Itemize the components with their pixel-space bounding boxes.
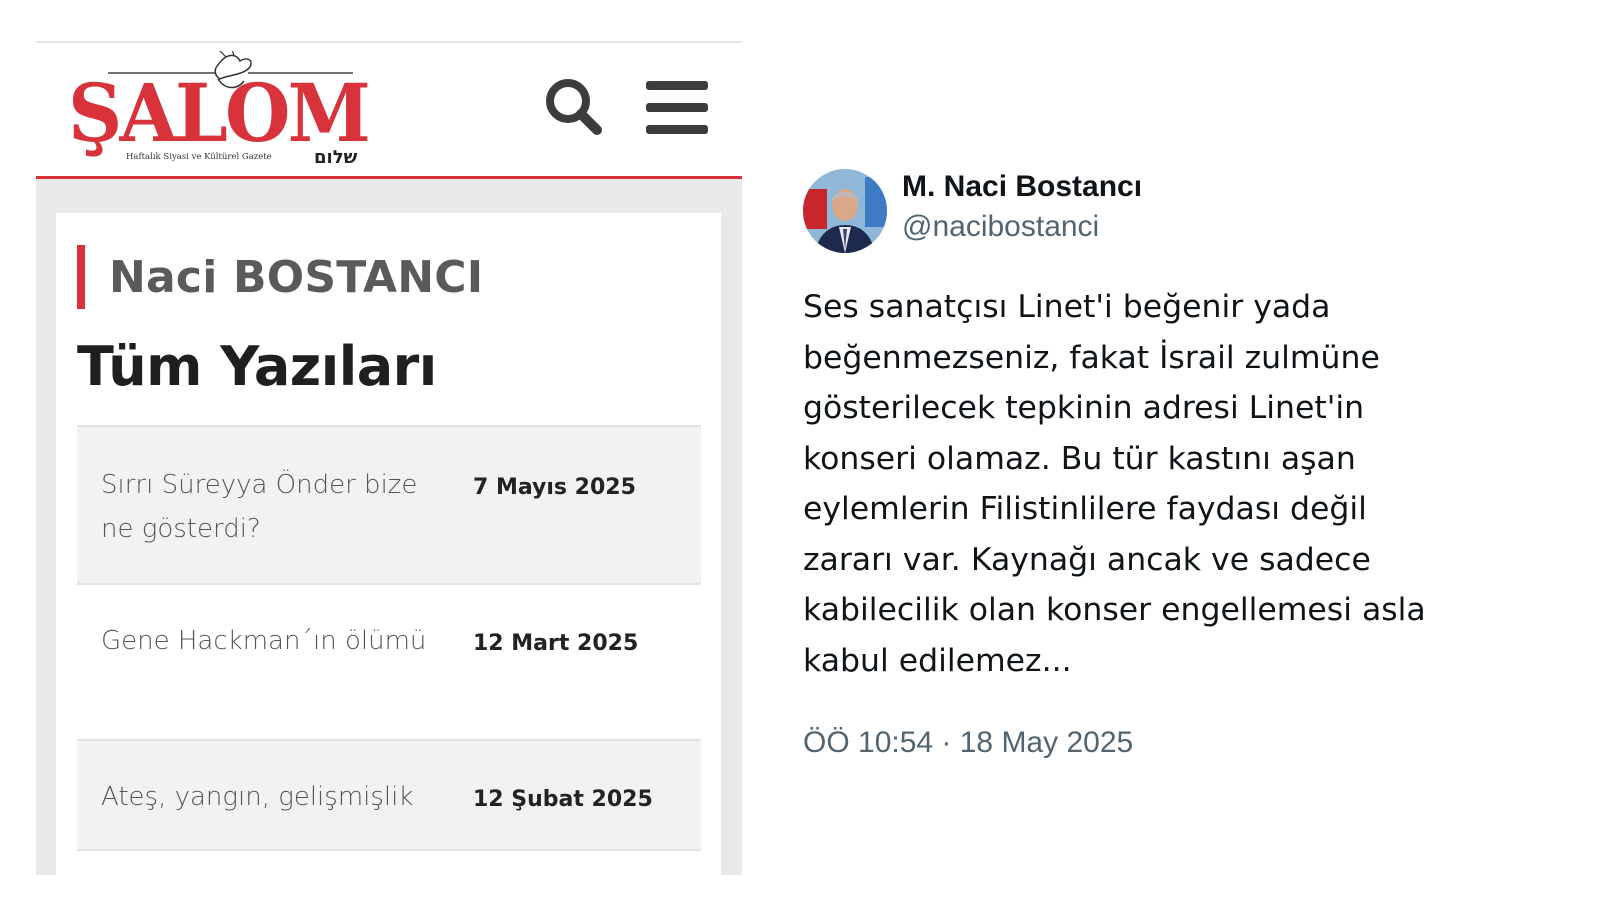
logo-tagline: Haftalık Siyasi ve Kültürel Gazete [126, 152, 272, 162]
search-button[interactable] [542, 75, 608, 141]
accent-bar [77, 245, 85, 309]
article-date: 7 Mayıs 2025 [473, 475, 636, 500]
author-heading: Naci BOSTANCI [77, 245, 483, 309]
display-name[interactable]: M. Naci Bostancı [902, 170, 1142, 204]
tweet-timestamp[interactable]: ÖÖ 10:54 · 18 May 2025 [803, 726, 1133, 760]
user-handle[interactable]: @nacibostanci [902, 210, 1099, 244]
article-title[interactable]: Ateş, yangın, gelişmişlik [101, 775, 461, 819]
article-item[interactable]: Ateş, yangın, gelişmişlik 12 Şubat 2025 [77, 739, 701, 851]
search-icon [546, 79, 602, 135]
profile-photo [803, 169, 887, 253]
article-item[interactable]: Gene Hackman´ın ölümü 12 Mart 2025 [77, 583, 701, 739]
article-title[interactable]: Gene Hackman´ın ölümü [101, 619, 431, 663]
section-title: Tüm Yazıları [77, 335, 437, 398]
salom-logo[interactable]: ŞALOM Haftalık Siyasi ve Kültürel Gazete… [68, 51, 388, 169]
logo-hebrew: שלום [314, 147, 358, 168]
site-header: ŞALOM Haftalık Siyasi ve Kültürel Gazete… [36, 41, 742, 179]
salom-page: ŞALOM Haftalık Siyasi ve Kültürel Gazete… [36, 41, 742, 875]
article-list: Sırrı Süreyya Önder bize ne gösterdi? 7 … [77, 425, 701, 851]
author-articles-card: Naci BOSTANCI Tüm Yazıları Sırrı Süreyya… [56, 213, 721, 875]
avatar[interactable] [803, 169, 887, 253]
article-date: 12 Şubat 2025 [473, 787, 653, 812]
author-name: Naci BOSTANCI [109, 251, 484, 303]
article-title[interactable]: Sırrı Süreyya Önder bize ne gösterdi? [101, 463, 431, 551]
article-item[interactable]: Sırrı Süreyya Önder bize ne gösterdi? 7 … [77, 425, 701, 583]
article-date: 12 Mart 2025 [473, 631, 639, 656]
menu-button[interactable] [644, 75, 710, 141]
logo-wordmark: ŞALOM [68, 66, 368, 160]
tweet-text: Ses sanatçısı Linet'i beğenir yada beğen… [803, 289, 1426, 679]
hamburger-menu-icon [646, 81, 708, 134]
